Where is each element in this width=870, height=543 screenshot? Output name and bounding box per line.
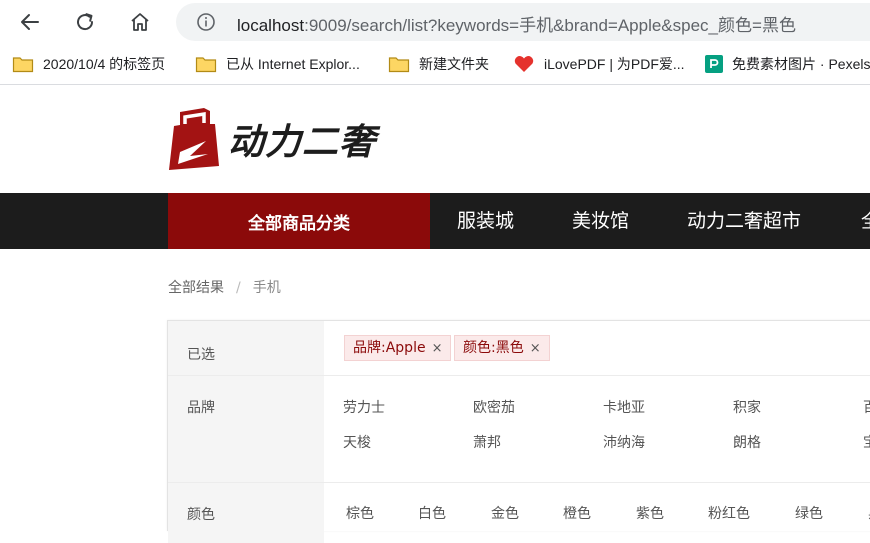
nav-link-beauty[interactable]: 美妆馆 xyxy=(572,193,629,249)
brand-option[interactable]: 百 xyxy=(863,397,870,417)
bookmark-item[interactable]: 2020/10/4 的标签页 xyxy=(12,54,165,74)
brand-option[interactable]: 萧邦 xyxy=(473,432,501,452)
color-option[interactable]: 橙色 xyxy=(563,503,591,523)
bookmark-item[interactable]: iLovePDF | 为PDF爱... xyxy=(513,54,685,74)
breadcrumb-current: 手机 xyxy=(252,280,281,296)
brand-option[interactable]: 卡地亚 xyxy=(603,397,645,417)
color-filter-row: 颜色 棕色 白色 金色 橙色 紫色 粉红色 绿色 黑 xyxy=(168,483,870,543)
nav-link-more[interactable]: 全 xyxy=(861,193,870,249)
site-logo[interactable]: 动力二奢 xyxy=(166,108,376,170)
selected-filters-row: 已选 品牌:Apple × 颜色:黑色 × xyxy=(168,321,870,376)
color-label: 颜色 xyxy=(187,507,215,523)
breadcrumb: 全部结果 / 手机 xyxy=(168,277,281,297)
bookmark-item[interactable]: 已从 Internet Explor... xyxy=(195,54,360,74)
color-label-cell: 颜色 xyxy=(168,483,324,543)
color-option[interactable]: 棕色 xyxy=(346,503,374,523)
color-option[interactable]: 紫色 xyxy=(636,503,664,523)
brand-option[interactable]: 劳力士 xyxy=(343,397,385,417)
folder-icon xyxy=(388,55,410,73)
brand-option[interactable]: 欧密茄 xyxy=(473,397,515,417)
all-categories-button[interactable]: 全部商品分类 xyxy=(168,193,430,249)
bookmark-item[interactable]: 免费素材图片 · Pexels xyxy=(705,54,870,74)
brand-option[interactable]: 天梭 xyxy=(343,432,371,452)
breadcrumb-separator: / xyxy=(236,280,241,296)
url-host: localhost xyxy=(237,16,305,35)
nav-link-supermarket[interactable]: 动力二奢超市 xyxy=(687,193,801,249)
back-button[interactable] xyxy=(14,6,46,38)
brand-option[interactable]: 朗格 xyxy=(733,432,761,452)
address-bar[interactable]: localhost:9009/search/list?keywords=手机&b… xyxy=(176,3,870,41)
color-option[interactable]: 金色 xyxy=(491,503,519,523)
heart-icon xyxy=(513,55,535,73)
bookmarks-bar: 2020/10/4 的标签页 已从 Internet Explor... 新建文… xyxy=(0,44,870,85)
chip-text: 颜色:黑色 xyxy=(463,340,524,356)
url-path: :9009/search/list?keywords=手机&brand=Appl… xyxy=(304,16,796,35)
remove-filter-icon[interactable]: × xyxy=(530,341,541,356)
brand-option[interactable]: 宝 xyxy=(863,432,870,452)
shopping-bag-logo-icon xyxy=(169,108,219,170)
filter-panel: 已选 品牌:Apple × 颜色:黑色 × 品牌 劳力士 欧密茄 卡地亚 积家 百 … xyxy=(167,320,870,543)
home-button[interactable] xyxy=(124,6,156,38)
color-option[interactable]: 粉红色 xyxy=(708,503,750,523)
breadcrumb-root[interactable]: 全部结果 xyxy=(168,280,224,296)
main-nav: 全部商品分类 服装城 美妆馆 动力二奢超市 全 xyxy=(0,193,870,249)
selected-filters-label: 已选 xyxy=(187,347,215,363)
bookmark-label: 新建文件夹 xyxy=(419,56,489,72)
logo-text: 动力二奢 xyxy=(228,122,377,163)
remove-filter-icon[interactable]: × xyxy=(432,341,443,356)
selected-filter-chip-color[interactable]: 颜色:黑色 × xyxy=(454,335,550,361)
folder-icon xyxy=(12,55,34,73)
chip-text: 品牌:Apple xyxy=(353,340,426,356)
bookmark-label: iLovePDF | 为PDF爱... xyxy=(544,56,685,72)
reload-icon xyxy=(77,13,94,31)
bookmark-label: 2020/10/4 的标签页 xyxy=(43,56,166,72)
color-option[interactable]: 绿色 xyxy=(795,503,823,523)
bookmark-item[interactable]: 新建文件夹 xyxy=(388,54,489,74)
selected-filters-label-cell: 已选 xyxy=(168,321,324,375)
url-text[interactable]: localhost:9009/search/list?keywords=手机&b… xyxy=(237,11,796,36)
color-option[interactable]: 白色 xyxy=(418,503,446,523)
brand-filter-row: 品牌 劳力士 欧密茄 卡地亚 积家 百 天梭 萧邦 沛纳海 朗格 宝 xyxy=(168,376,870,483)
nav-link-clothing[interactable]: 服装城 xyxy=(457,193,514,249)
info-icon[interactable] xyxy=(196,12,216,32)
brand-label-cell: 品牌 xyxy=(168,376,324,482)
browser-toolbar: localhost:9009/search/list?keywords=手机&b… xyxy=(0,0,870,44)
selected-filter-chip-brand[interactable]: 品牌:Apple × xyxy=(344,335,452,361)
back-arrow-icon xyxy=(21,14,39,30)
brand-label: 品牌 xyxy=(187,400,215,416)
bookmark-label: 免费素材图片 · Pexels xyxy=(732,56,870,72)
brand-option[interactable]: 积家 xyxy=(733,397,761,417)
folder-icon xyxy=(195,55,217,73)
bookmark-label: 已从 Internet Explor... xyxy=(226,56,360,72)
pexels-icon xyxy=(705,55,723,73)
reload-button[interactable] xyxy=(69,6,101,38)
brand-option[interactable]: 沛纳海 xyxy=(603,432,645,452)
home-icon xyxy=(131,13,149,31)
